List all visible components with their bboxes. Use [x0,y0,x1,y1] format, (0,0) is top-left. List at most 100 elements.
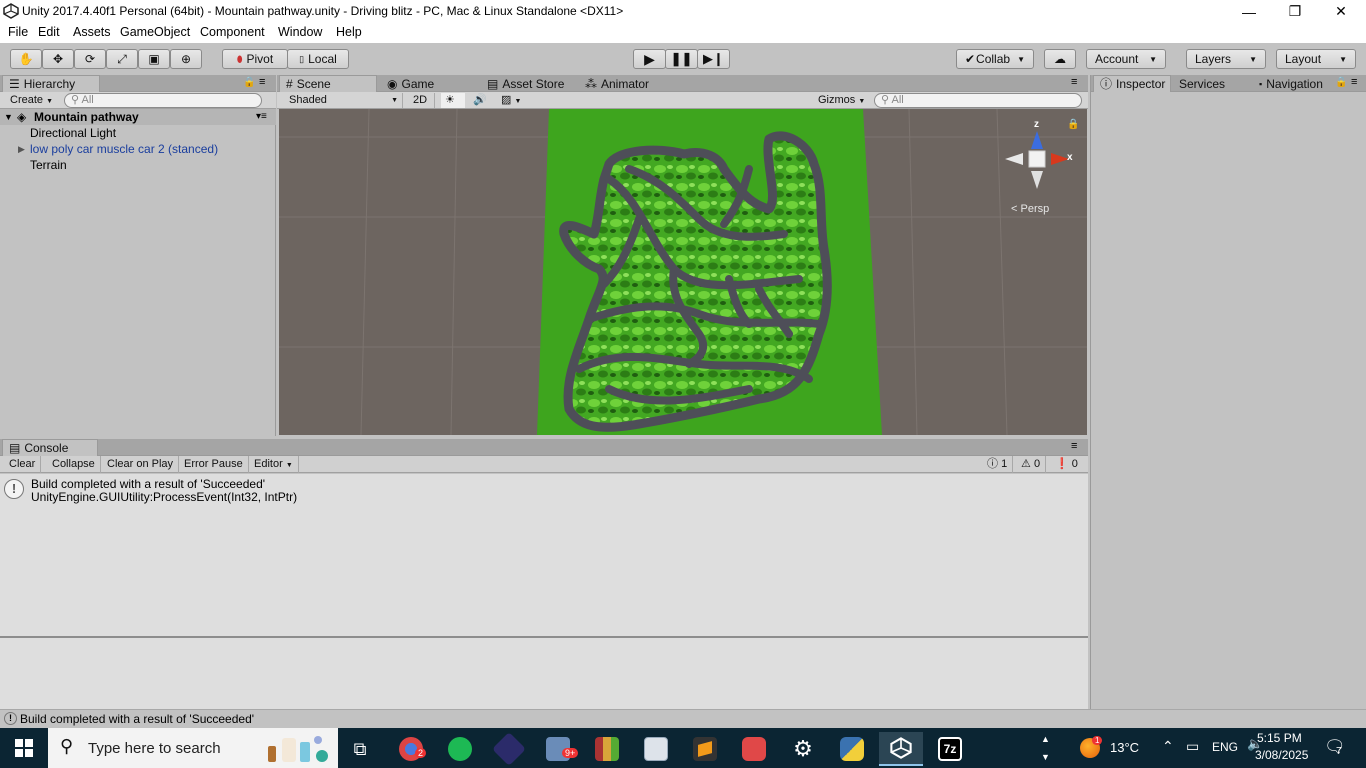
move-tool-button[interactable]: ✥ [42,49,74,69]
expand-arrow-icon[interactable]: ▼ [4,109,13,125]
warning-filter-toggle[interactable]: ⚠ 0 [1016,456,1047,473]
search-icon: ⚲ [881,94,890,106]
hierarchy-item[interactable]: ▶ low poly car muscle car 2 (stanced) [0,141,276,157]
scene-search-input[interactable]: ⚲ All [874,93,1082,108]
taskbar-app-nox[interactable] [487,732,531,766]
taskbar-app-gallery[interactable]: 9+ [536,732,580,766]
rect-tool-button[interactable]: ▣ [138,49,170,69]
temperature-text[interactable]: 13°C [1110,740,1139,755]
chevron-up-icon[interactable]: ⌃ [1162,738,1174,755]
layers-dropdown[interactable]: Layers ▼ [1186,49,1266,69]
effects-dropdown[interactable]: ▨ ▼ [497,93,531,108]
close-button[interactable]: ✕ [1318,0,1364,23]
menu-help[interactable]: Help [336,25,362,39]
lock-icon[interactable]: 🔒 [243,77,255,88]
scene-root-row[interactable]: ▼ ◈ Mountain pathway ▾≡ [0,109,276,125]
hierarchy-search-input[interactable]: ⚲ All [64,93,262,108]
taskbar-app-unity[interactable] [879,732,923,766]
rotate-tool-button[interactable]: ⟳ [74,49,106,69]
lock-icon[interactable]: 🔒 [1335,77,1347,88]
console-log-entry[interactable]: ! Build completed with a result of 'Succ… [0,476,1088,506]
clock-date[interactable]: 3/08/2025 [1255,748,1308,762]
2d-toggle[interactable]: 2D [409,93,435,108]
hierarchy-item-label: Directional Light [30,126,117,140]
panel-menu-icon[interactable]: ≡ [1351,76,1357,88]
taskbar-app-paint[interactable] [634,732,678,766]
clear-button[interactable]: Clear [4,456,42,473]
menu-component[interactable]: Component [200,25,265,39]
taskbar-app-gamepad[interactable] [732,732,776,766]
info-icon: ⓘ [987,458,998,470]
play-button[interactable]: ▶ [633,49,666,69]
tab-console[interactable]: ▤ Console [2,439,98,456]
taskbar-search-box[interactable]: ⚲ Type here to search [48,728,338,768]
shading-dropdown[interactable]: Shaded ▼ [285,93,403,108]
task-view-button[interactable]: ⧉ [338,732,382,766]
scene-viewport[interactable]: z x < Persp 🔒 [279,109,1087,435]
start-button[interactable] [2,731,46,765]
collab-dropdown[interactable]: ✔ Collab ▼ [956,49,1034,69]
local-toggle[interactable]: ▯ Local [287,49,349,69]
menu-edit[interactable]: Edit [38,25,60,39]
gizmos-dropdown[interactable]: Gizmos ▼ [814,93,869,108]
tab-animator[interactable]: ⁂ Animator [579,75,655,92]
tab-services[interactable]: Services [1173,75,1231,92]
pause-button[interactable]: ❚❚ [665,49,698,69]
persp-label[interactable]: < Persp [1011,203,1049,215]
taskbar-app-sublime[interactable] [683,732,727,766]
status-bar: ! Build completed with a result of 'Succ… [0,709,1366,728]
error-pause-toggle[interactable]: Error Pause [179,456,249,473]
account-dropdown[interactable]: Account ▼ [1086,49,1166,69]
taskbar-app-settings[interactable]: ⚙ [781,732,825,766]
layout-dropdown[interactable]: Layout ▼ [1276,49,1356,69]
error-filter-toggle[interactable]: ❗ 0 [1050,456,1083,473]
orientation-gizmo[interactable]: z x < Persp [997,119,1077,219]
scene-menu-icon[interactable]: ▾≡ [256,109,267,125]
create-dropdown[interactable]: Create ▼ [6,93,57,108]
rotate-icon: ⟳ [84,52,96,66]
clock-time[interactable]: 5:15 PM [1257,731,1302,745]
editor-dropdown[interactable]: Editor ▼ [249,456,299,473]
taskbar-app-winrar[interactable] [585,732,629,766]
cloud-button[interactable]: ☁ [1044,49,1076,69]
language-indicator[interactable]: ENG [1212,740,1238,754]
taskbar-app-chrome[interactable]: 2 [389,732,433,766]
status-message[interactable]: Build completed with a result of 'Succee… [20,712,254,726]
clear-on-play-toggle[interactable]: Clear on Play [102,456,180,473]
audio-toggle[interactable]: 🔊 [469,93,493,108]
menu-window[interactable]: Window [278,25,322,39]
tray-scroll-icon[interactable]: ▲ ▼ [1041,730,1050,766]
lighting-toggle[interactable]: ☀ [441,93,465,108]
notification-center-icon[interactable]: 🗨 [1324,737,1346,757]
scale-tool-button[interactable]: ⤢ [106,49,138,69]
battery-icon[interactable]: ▭ [1186,738,1199,755]
menu-assets[interactable]: Assets [73,25,111,39]
hierarchy-item[interactable]: Directional Light [0,125,276,141]
tab-scene[interactable]: # Scene [279,75,377,92]
expand-arrow-icon[interactable]: ▶ [18,141,25,157]
taskbar-app-7zip[interactable]: 7z [928,732,972,766]
transform-tool-button[interactable]: ⊕ [170,49,202,69]
tab-navigation[interactable]: ▪ Navigation [1253,75,1329,92]
tab-asset-store[interactable]: ▤ Asset Store [481,75,570,92]
minimize-button[interactable]: — [1226,0,1272,23]
panel-menu-icon[interactable]: ≡ [259,76,265,88]
hierarchy-item[interactable]: Terrain [0,157,276,173]
tab-hierarchy[interactable]: ☰ Hierarchy [2,75,100,92]
panel-menu-icon[interactable]: ≡ [1071,76,1077,88]
tab-hierarchy-label: Hierarchy [23,77,76,91]
taskbar-app-python[interactable] [830,732,874,766]
collapse-toggle[interactable]: Collapse [47,456,101,473]
lock-icon[interactable]: 🔒 [1067,119,1079,130]
menu-gameobject[interactable]: GameObject [120,25,190,39]
tab-game[interactable]: ◉ Game [381,75,440,92]
info-filter-toggle[interactable]: ⓘ 1 [982,456,1014,473]
hand-tool-button[interactable]: ✋ [10,49,42,69]
panel-menu-icon[interactable]: ≡ [1071,440,1077,452]
taskbar-app-spotify[interactable] [438,732,482,766]
pivot-toggle[interactable]: ⬮ Pivot [222,49,288,69]
maximize-button[interactable]: ❐ [1272,0,1318,23]
step-button[interactable]: ▶❙ [697,49,730,69]
tab-inspector[interactable]: ⓘ Inspector [1093,75,1171,92]
menu-file[interactable]: File [8,25,28,39]
